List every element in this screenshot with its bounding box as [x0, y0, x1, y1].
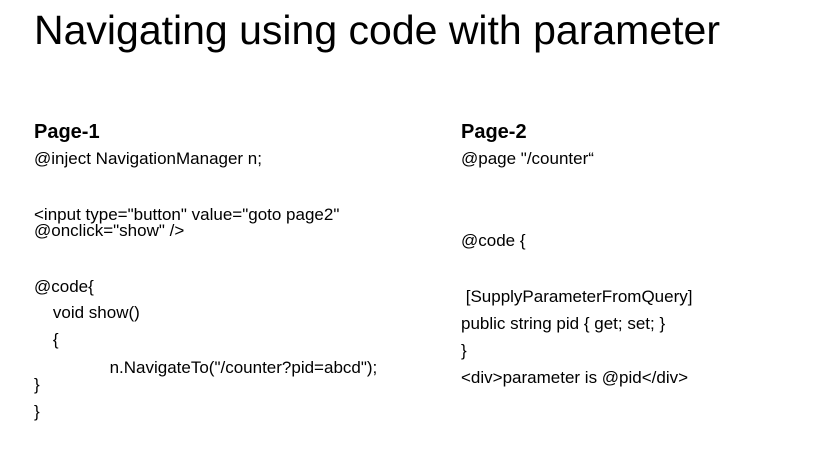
- code-line: @inject NavigationManager n;: [34, 149, 262, 168]
- code-line: @page "/counter“: [461, 149, 594, 168]
- code-line: void show(): [34, 303, 140, 322]
- code-line: <div>parameter is @pid</div>: [461, 368, 689, 387]
- code-line: @code{: [34, 277, 94, 296]
- slide-title: Navigating using code with parameter: [34, 7, 720, 53]
- code-line: public string pid { get; set; }: [461, 314, 666, 333]
- code-line: }: [34, 375, 40, 394]
- page-2-column: Page-2 @page "/counter“ @code { [SupplyP…: [461, 118, 821, 387]
- code-line: @code {: [461, 231, 526, 250]
- code-line: [SupplyParameterFromQuery]: [461, 287, 693, 306]
- page-2-heading: Page-2: [461, 121, 527, 143]
- code-line: @onclick="show" />: [34, 221, 185, 240]
- code-line: }: [461, 341, 467, 360]
- code-line: }: [34, 402, 40, 421]
- code-line: {: [34, 330, 59, 349]
- page-1-column: Page-1 @inject NavigationManager n; <inp…: [34, 118, 434, 421]
- code-line: n.NavigateTo("/counter?pid=abcd");: [34, 358, 378, 377]
- page-1-heading: Page-1: [34, 121, 100, 143]
